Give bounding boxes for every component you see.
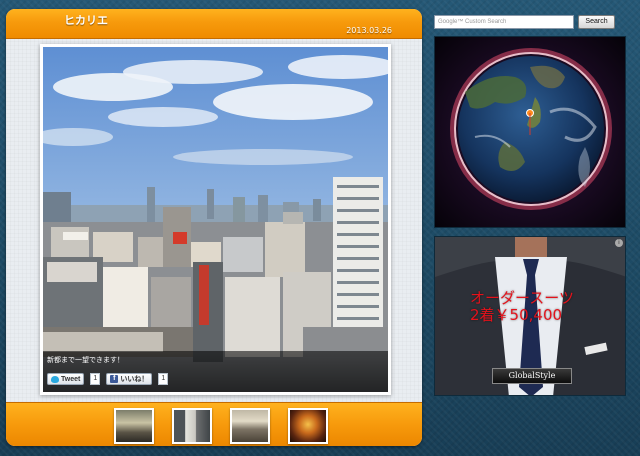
like-label: いいね！ (120, 376, 149, 383)
search-input[interactable]: Google™ Custom Search (434, 15, 574, 29)
ad-line-1: オーダースーツ (470, 289, 574, 307)
suit-advertisement[interactable]: オーダースーツ 2着￥50,400 GlobalStyle i (434, 236, 626, 396)
thumbnail-concourse[interactable] (230, 408, 270, 444)
thumbnail-strip (6, 402, 422, 446)
post-date: 2013.03.26 (346, 26, 392, 35)
facebook-like-button[interactable]: f いいね！ (106, 373, 153, 385)
caption-bar: 新都まで一望できます！ Tweet 1 f いいね！ 1 (43, 351, 388, 392)
thumbnail-station[interactable] (114, 408, 154, 444)
post-title[interactable]: ヒカリエ (64, 12, 108, 28)
ad-info-icon[interactable]: i (615, 239, 623, 247)
city-skyline-image (43, 47, 388, 392)
ad-brand-logo[interactable]: GlobalStyle (492, 368, 572, 384)
search-button[interactable]: Search (578, 15, 615, 29)
thumbnail-street[interactable] (172, 408, 212, 444)
ad-headline: オーダースーツ 2着￥50,400 (470, 290, 574, 324)
facebook-icon: f (110, 375, 119, 383)
globe-widget[interactable] (434, 36, 626, 228)
photo-caption: 新都まで一望できます！ (47, 356, 124, 364)
like-count: 1 (158, 373, 169, 385)
earth-globe-image (435, 37, 625, 227)
tweet-button[interactable]: Tweet (47, 373, 85, 385)
thumbnail-shop[interactable] (288, 408, 328, 444)
ad-line-2: 2着￥50,400 (470, 306, 563, 324)
photo-frame: 新都まで一望できます！ Tweet 1 f いいね！ 1 (40, 44, 391, 395)
city-photo[interactable]: 新都まで一望できます！ Tweet 1 f いいね！ 1 (43, 47, 388, 392)
social-buttons: Tweet 1 f いいね！ 1 (47, 373, 169, 385)
tweet-count: 1 (90, 373, 101, 385)
photo-post-card: ヒカリエ 2013.03.26 新都まで一望できます！ Tweet 1 f いい… (6, 9, 422, 446)
twitter-bird-icon (51, 375, 59, 383)
tweet-label: Tweet (61, 375, 81, 383)
card-header: ヒカリエ 2013.03.26 (6, 9, 422, 39)
